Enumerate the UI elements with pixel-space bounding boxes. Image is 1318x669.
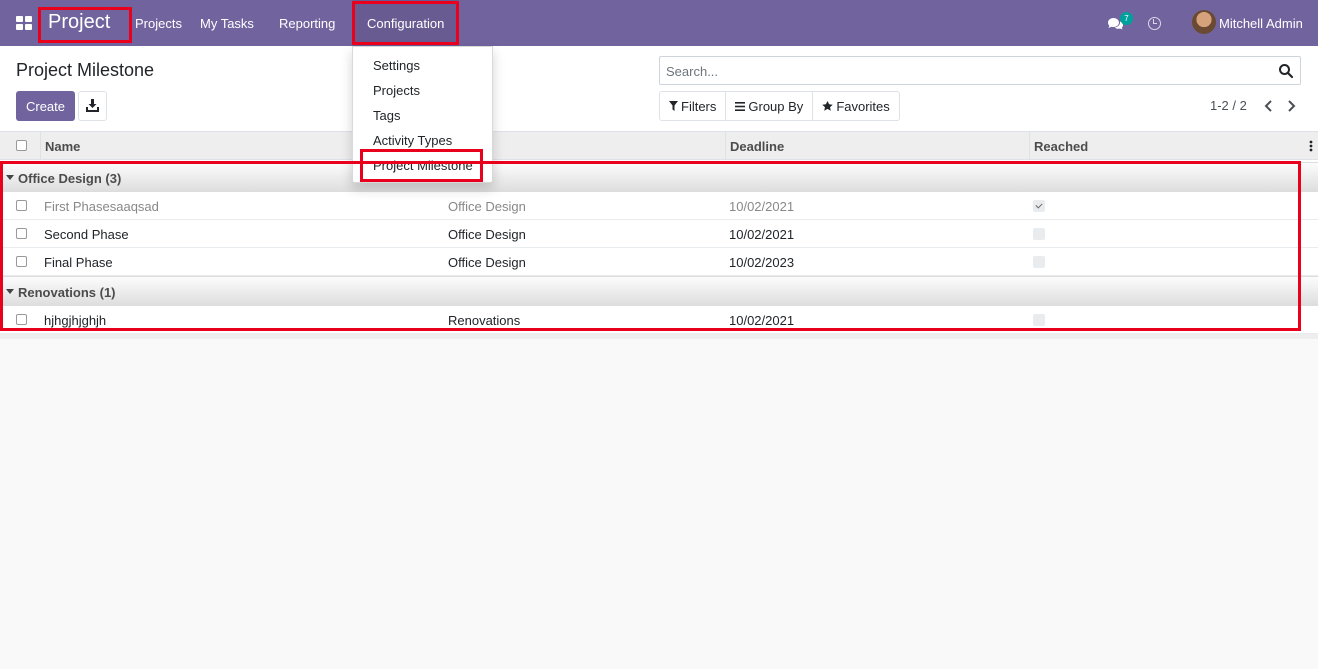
optional-columns-icon[interactable] (1309, 140, 1313, 152)
menu-projects[interactable]: Projects (135, 16, 182, 31)
list-icon (735, 101, 746, 111)
filter-icon (669, 101, 678, 111)
star-icon (822, 101, 834, 111)
page-title: Project Milestone (16, 60, 155, 80)
table-header: Name Deadline Reached (0, 132, 1318, 160)
highlight-frame-brand (38, 7, 132, 43)
download-icon (86, 99, 99, 112)
favorites-button[interactable]: Favorites (813, 92, 898, 120)
control-panel: Project Milestone Create Filters Group B… (0, 46, 1318, 132)
chevron-left-icon[interactable] (1262, 98, 1276, 114)
user-avatar[interactable] (1192, 10, 1216, 34)
dropdown-item-tags[interactable]: Tags (373, 108, 400, 123)
highlight-frame-list (0, 161, 1301, 331)
chat-counter-badge: 7 (1120, 12, 1133, 25)
chevron-right-icon[interactable] (1284, 98, 1298, 114)
search-bar (659, 56, 1301, 85)
search-icon[interactable] (1278, 63, 1294, 79)
user-menu-name[interactable]: Mitchell Admin (1219, 16, 1303, 31)
filters-label: Filters (681, 98, 717, 114)
search-input[interactable] (666, 62, 1266, 80)
dropdown-item-projects[interactable]: Projects (373, 83, 420, 98)
column-reached[interactable]: Reached (1029, 132, 1305, 160)
menu-reporting[interactable]: Reporting (279, 16, 335, 31)
select-all-checkbox[interactable] (16, 140, 27, 151)
apps-menu-icon[interactable] (16, 16, 32, 30)
group-by-label: Group By (748, 98, 804, 114)
highlight-frame-configuration (352, 1, 459, 45)
pager-value[interactable]: 1-2 / 2 (1210, 98, 1247, 113)
search-options: Filters Group By Favorites (659, 91, 900, 121)
menu-my-tasks[interactable]: My Tasks (200, 16, 254, 31)
dropdown-item-settings[interactable]: Settings (373, 58, 420, 73)
activity-clock-icon[interactable] (1148, 17, 1161, 30)
create-button[interactable]: Create (16, 91, 75, 121)
column-deadline[interactable]: Deadline (725, 132, 1030, 160)
favorites-label: Favorites (836, 98, 890, 114)
dropdown-item-activity-types[interactable]: Activity Types (373, 133, 452, 148)
top-navbar: Project Projects My Tasks Reporting Conf… (0, 0, 1318, 46)
group-by-button[interactable]: Group By (726, 92, 814, 120)
export-button[interactable] (78, 91, 107, 121)
filters-button[interactable]: Filters (660, 92, 727, 120)
